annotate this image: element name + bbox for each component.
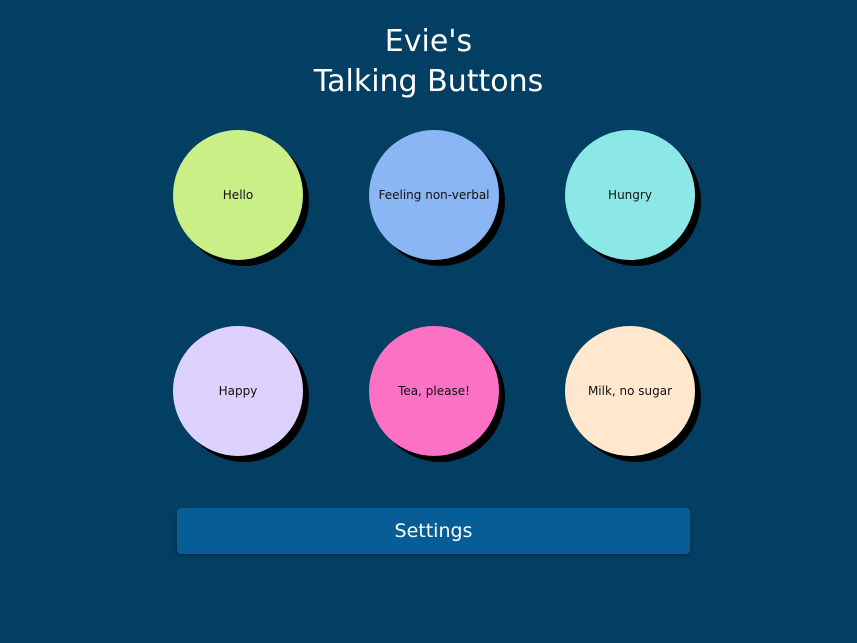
settings-button[interactable]: Settings <box>177 508 690 554</box>
talk-button-milk-no-sugar[interactable]: Milk, no sugar <box>565 326 695 456</box>
talk-button-label: Happy <box>218 384 258 398</box>
talk-button-label: Tea, please! <box>398 384 470 398</box>
talk-button-label: Hello <box>222 188 254 202</box>
talk-button-happy[interactable]: Happy <box>173 326 303 456</box>
talk-button-feeling-non-verbal[interactable]: Feeling non-verbal <box>369 130 499 260</box>
talk-button-tea-please[interactable]: Tea, please! <box>369 326 499 456</box>
talk-button-label: Feeling non-verbal <box>378 188 490 202</box>
talk-button-hungry[interactable]: Hungry <box>565 130 695 260</box>
talk-button-label: Milk, no sugar <box>587 384 673 398</box>
talk-button-label: Hungry <box>608 188 652 202</box>
talk-button-hello[interactable]: Hello <box>173 130 303 260</box>
settings-button-label: Settings <box>394 520 473 542</box>
